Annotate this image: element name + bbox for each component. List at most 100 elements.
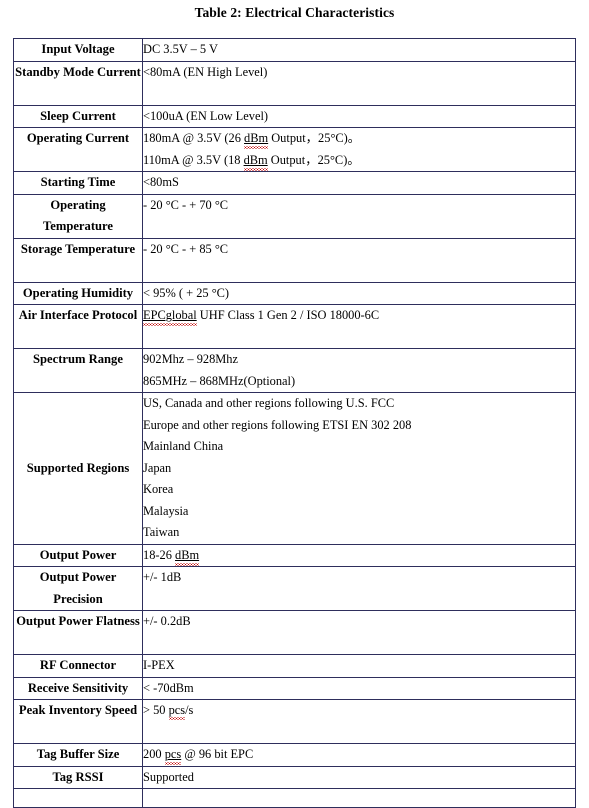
value-line: - 20 °C - + 85 °C [143,239,575,261]
row-value: <100uA (EN Low Level) [142,104,576,128]
value-line: Mainland China [143,436,575,458]
row-value: <80mS [142,171,576,195]
table-row: Tag Buffer Size 200 pcs @ 96 bit EPC [13,743,576,767]
row-value: < 95% ( + 25 °C) [142,281,576,305]
row-label: Tag Buffer Size [13,743,143,767]
value-text: UHF Class 1 Gen 2 / ISO 18000-6C [196,308,380,322]
table-row: Operating Humidity < 95% ( + 25 °C) [13,281,576,305]
table-row: Sleep Current <100uA (EN Low Level) [13,104,576,128]
row-value: +/- 0.2dB [142,610,576,655]
value-line [143,83,575,105]
table-row: Tag RSSI Supported [13,765,576,789]
row-label: Tag RSSI [13,765,143,789]
value-line [143,722,575,744]
value-line: Taiwan [143,522,575,544]
row-value: EPCglobal UHF Class 1 Gen 2 / ISO 18000-… [142,304,576,349]
table-row: Output Power Precision +/- 1dB [13,566,576,611]
value-line [143,633,575,655]
table-row: RF Connector I-PEX [13,654,576,678]
value-line: EPCglobal UHF Class 1 Gen 2 / ISO 18000-… [143,305,575,327]
row-value: 18-26 dBm [142,543,576,567]
row-label: Operating Humidity [13,281,143,305]
table-row: Operating Current 180mA @ 3.5V (26 dBm Ou… [13,127,576,172]
row-value: US, Canada and other regions following U… [142,392,576,545]
value-text: 902Mhz – 928Mhz [143,352,238,366]
row-label: Output Power Flatness [13,610,143,655]
row-value: 200 pcs @ 96 bit EPC [142,743,576,767]
row-label: Output Power [13,543,143,567]
value-line: 902Mhz – 928Mhz [143,349,575,371]
row-value: +/- 1dB [142,566,576,611]
value-text: 18-26 [143,547,176,562]
row-label: Air Interface Protocol [13,304,143,349]
spellcheck-underlined-text: EPCglobal [143,308,197,322]
table-row: Receive Sensitivity < -70dBm [13,676,576,700]
value-text: @ 96 bit EPC [181,747,254,761]
value-line: < -70dBm [143,678,575,700]
value-text: <80mA (EN High Level) [143,64,268,79]
row-label [13,788,143,808]
value-line [143,216,575,238]
value-text: Malaysia [143,503,189,518]
value-line: +/- 1dB [143,567,575,589]
row-label: Starting Time [13,171,143,195]
value-line: DC 3.5V – 5 V [143,39,575,61]
value-text: 180mA @ 3.5V (26 [143,131,245,145]
row-label: Input Voltage [13,38,143,62]
value-line: I-PEX [143,655,575,677]
value-text: Europe and other regions following ETSI … [143,417,412,432]
row-value: DC 3.5V – 5 V [142,38,576,62]
value-line: Japan [143,458,575,480]
value-text: Japan [143,460,172,475]
electrical-characteristics-table: Input Voltage DC 3.5V – 5 V Standby Mode C… [13,38,576,808]
row-label: Receive Sensitivity [13,676,143,700]
value-text: +/- 1dB [143,570,182,584]
row-value: - 20 °C - + 85 °C [142,237,576,283]
value-line [143,260,575,282]
value-text: 865MHz – 868MHz(Optional) [143,373,296,388]
value-text: Supported [143,769,194,784]
table-row: Output Power Flatness +/- 0.2dB [13,610,576,655]
document-page: Table 2: Electrical Characteristics Inpu… [0,0,589,808]
value-line: +/- 0.2dB [143,611,575,633]
value-line: Europe and other regions following ETSI … [143,415,575,437]
row-label: Spectrum Range [13,348,143,393]
table-row: Peak Inventory Speed > 50 pcs/s [13,699,576,744]
row-label: Operating Temperature [13,193,143,239]
table-row: Air Interface Protocol EPCglobal UHF Clas… [13,304,576,349]
row-value [142,788,576,808]
row-label: Output Power Precision [13,566,143,611]
value-line: Malaysia [143,501,575,523]
value-text: < 95% ( + 25 °C) [143,285,230,300]
row-label: Sleep Current [13,104,143,128]
value-text: - 20 °C - + 85 °C [143,241,229,256]
table-row: Supported Regions US, Canada and other re… [13,392,576,545]
row-value: I-PEX [142,654,576,678]
value-text: > 50 [143,703,169,717]
spellcheck-marked-text: pcs [168,703,186,717]
value-line: <80mA (EN High Level) [143,62,575,84]
value-line: Korea [143,479,575,501]
value-line: > 50 pcs/s [143,700,575,722]
value-line: 865MHz – 868MHz(Optional) [143,371,575,393]
value-line: Supported [143,767,575,789]
spec-table-container: Input Voltage DC 3.5V – 5 V Standby Mode C… [13,38,576,808]
value-line: <80mS [143,172,575,194]
table-row: Spectrum Range 902Mhz – 928Mhz 865MHz – 86… [13,348,576,393]
row-value: Supported [142,765,576,789]
value-text: Taiwan [143,525,180,539]
table-row: Operating Temperature - 20 °C - + 70 °C [13,193,576,239]
row-label: Operating Current [13,127,143,172]
value-line: 180mA @ 3.5V (26 dBm Output，25°C)。 [143,128,575,150]
value-text: 110mA @ 3.5V (18 [143,152,244,167]
value-line: 110mA @ 3.5V (18 dBm Output，25°C)。 [143,150,575,172]
value-text: /s [185,703,194,717]
value-text: US, Canada and other regions following U… [143,396,395,410]
value-text: <80mS [143,175,179,189]
value-line: 18-26 dBm [143,545,575,567]
row-label: Storage Temperature [13,237,143,283]
value-line [143,327,575,349]
row-label: RF Connector [13,654,143,678]
row-value: 902Mhz – 928Mhz 865MHz – 868MHz(Optional) [142,348,576,393]
value-text: DC 3.5V – 5 V [143,42,218,56]
